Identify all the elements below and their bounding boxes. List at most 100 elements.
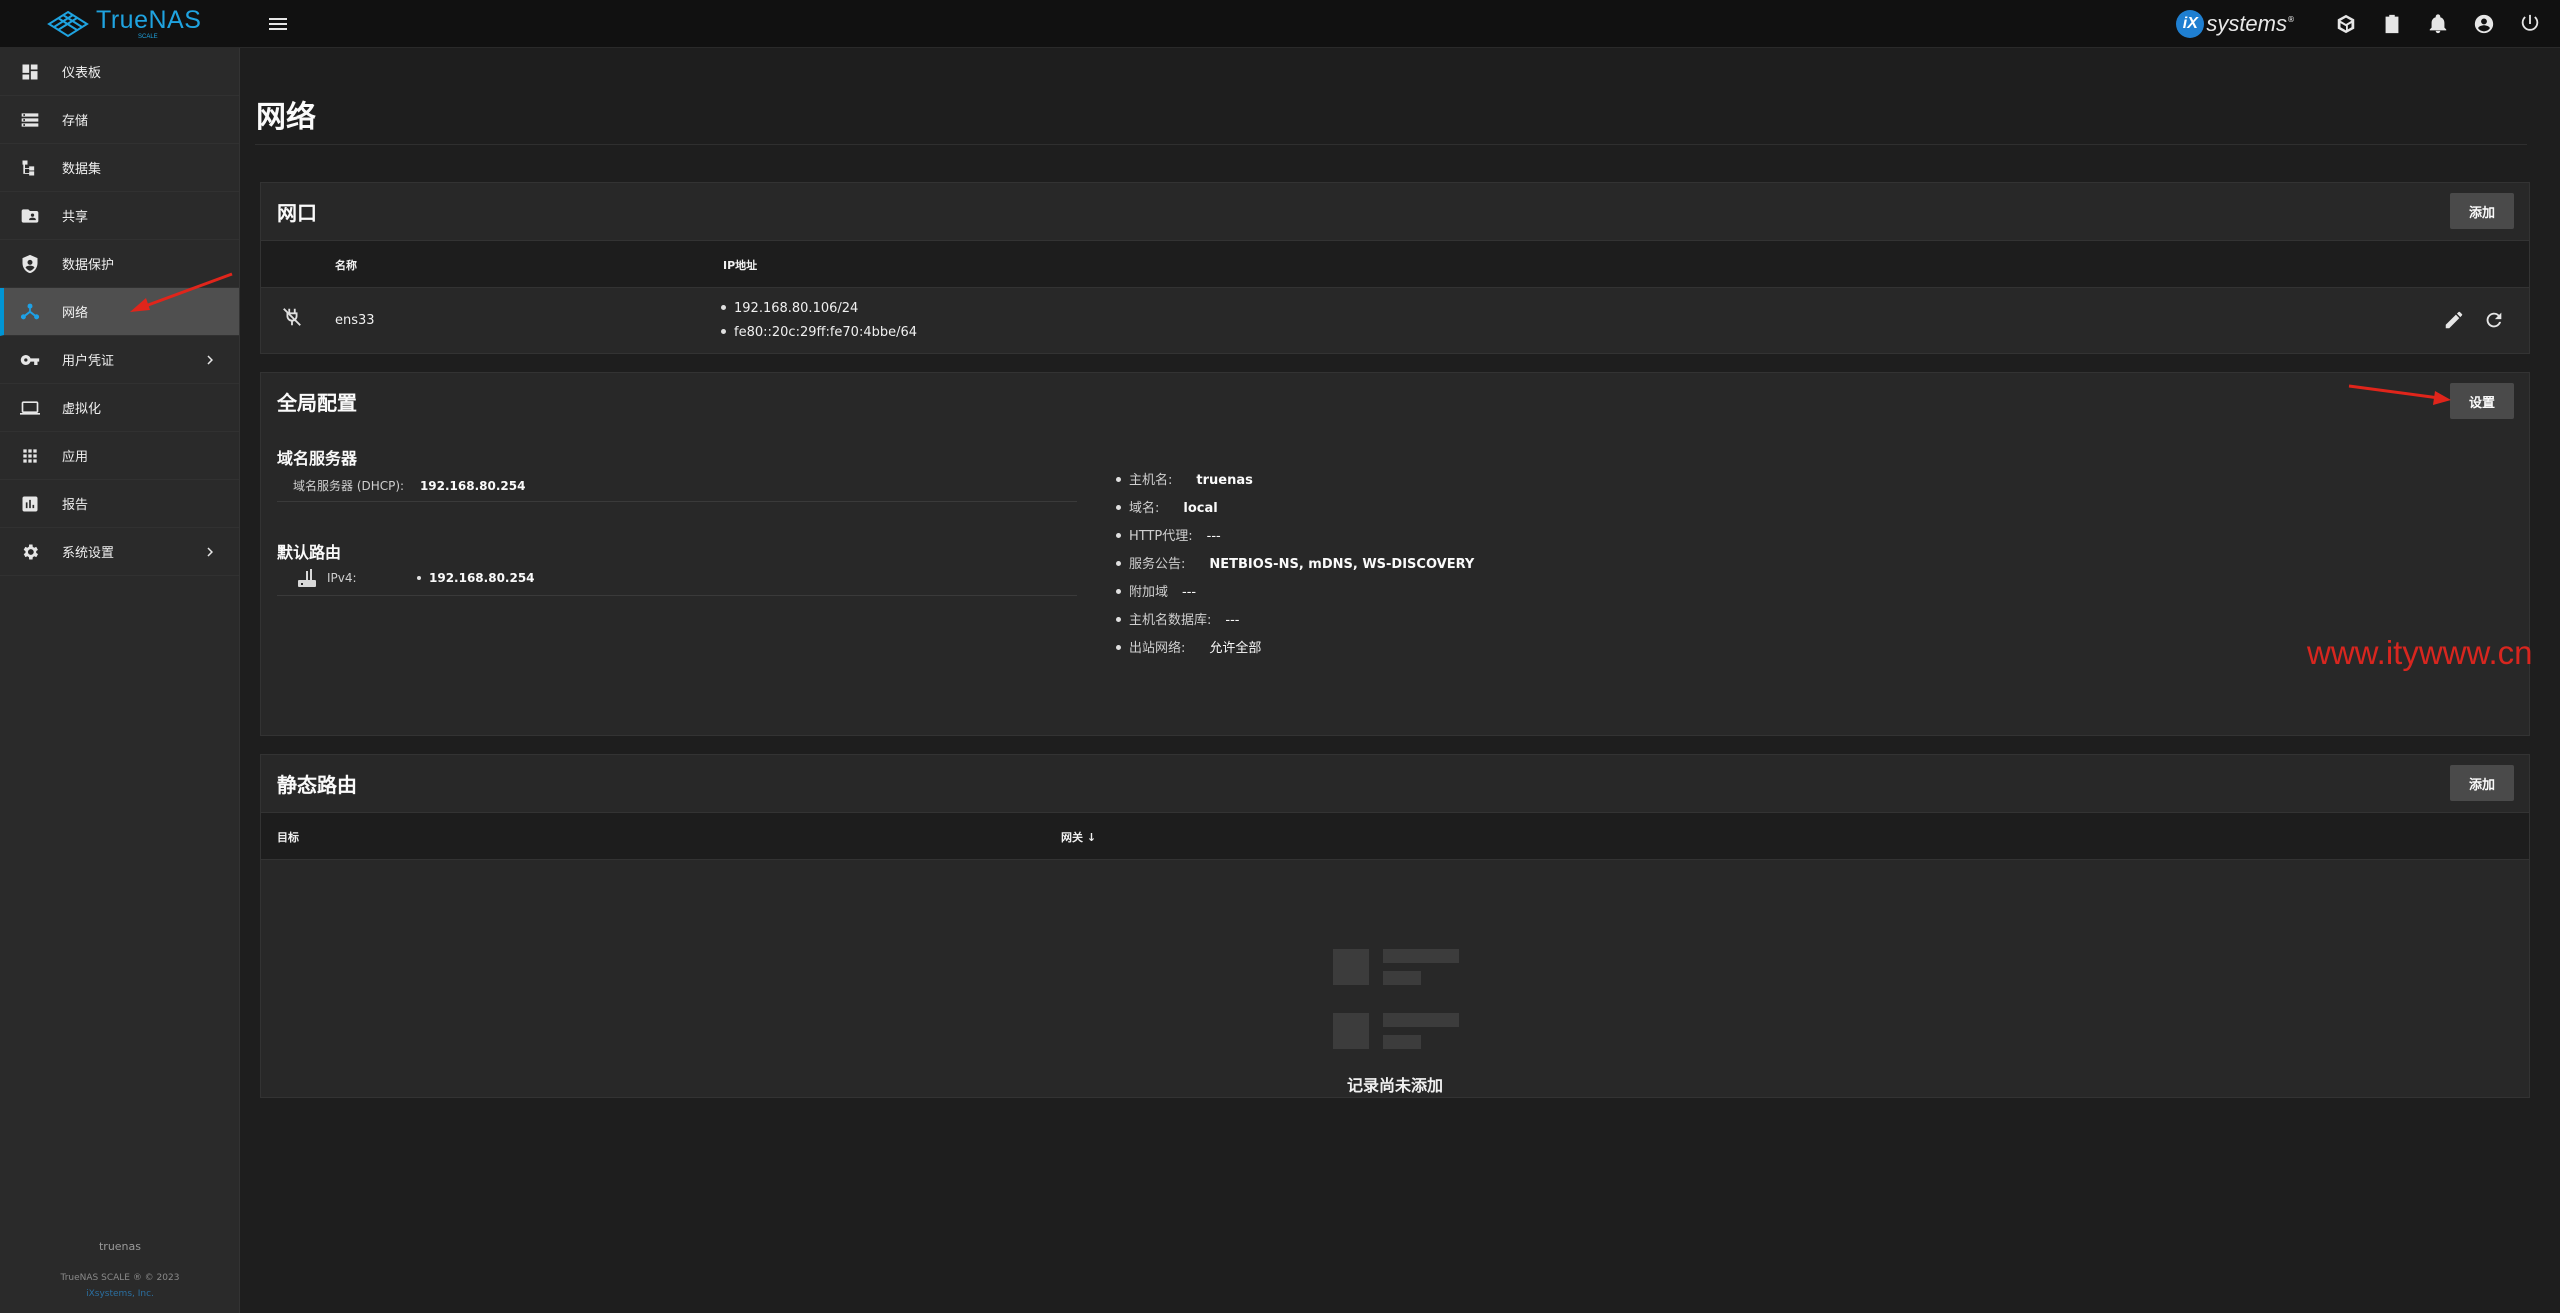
brand-name: TrueNAS [96, 5, 202, 34]
refresh-icon[interactable] [2483, 309, 2505, 331]
sidebar-item-datasets[interactable]: 数据集 [0, 144, 239, 192]
watermark-text: www.itywww.cn [2307, 634, 2533, 671]
power-icon [2521, 14, 2539, 31]
sidebar-hostname: truenas [98, 1240, 142, 1253]
route-label: IPv4: [327, 571, 357, 585]
alerts-button[interactable] [2422, 8, 2454, 40]
power-button[interactable] [2514, 8, 2546, 40]
laptop-icon [20, 400, 40, 415]
chevron-right-icon [201, 543, 219, 561]
sidebar-item-label: 用户凭证 [62, 354, 115, 369]
sidebar-item-label: 系统设置 [62, 546, 115, 561]
sidebar-item-apps[interactable]: 应用 [0, 432, 239, 480]
add-static-route-button[interactable]: 添加 [2450, 765, 2514, 801]
dns-row: 域名服务器 (DHCP): 192.168.80.254 [293, 477, 525, 494]
sidebar-item-label: 网络 [62, 306, 89, 321]
default-route-title: 默认路由 [277, 543, 342, 562]
column-header-name: 名称 [335, 259, 357, 272]
account-circle-icon [2474, 14, 2494, 34]
dns-title: 域名服务器 [277, 449, 358, 468]
credentials-icon [20, 354, 40, 365]
chevron-right-icon [201, 351, 219, 369]
sidebar-item-label: 数据集 [62, 162, 102, 177]
page-title: 网络 [256, 100, 316, 135]
static-routes-table-header: 目标 网关 ↓ [261, 812, 2529, 860]
sidebar-item-reports[interactable]: 报告 [0, 480, 239, 528]
dns-label: 域名服务器 (DHCP): [293, 479, 405, 493]
sidebar-footer: truenas TrueNAS SCALE ® © 2023 iXsystems… [0, 1240, 240, 1313]
jobs-button[interactable] [2376, 8, 2408, 40]
clipboard-icon [2385, 14, 2399, 34]
sidebar: 仪表板 存储 数据集 共享 数据保护 网络 用户凭证 虚拟化 应用 报告 系统设… [0, 48, 240, 1313]
network-icon [20, 303, 40, 319]
account-button[interactable] [2468, 8, 2500, 40]
interfaces-title: 网口 [277, 201, 317, 225]
column-header-gateway[interactable]: 网关 ↓ [1061, 829, 1096, 845]
sidebar-item-label: 共享 [62, 210, 89, 225]
title-divider [255, 144, 2527, 145]
truenas-logo[interactable]: TrueNAS SCALE [0, 0, 240, 48]
route-divider [277, 595, 1077, 596]
top-bar: TrueNAS SCALE iX systems ® [0, 0, 2560, 48]
dashboard-icon [22, 64, 38, 79]
sidebar-item-label: 虚拟化 [62, 402, 102, 417]
sidebar-item-credentials[interactable]: 用户凭证 [0, 336, 239, 384]
truecommand-button[interactable] [2330, 8, 2362, 40]
route-value: 192.168.80.254 [417, 571, 535, 585]
bell-icon [2429, 14, 2447, 34]
column-header-ip: IP地址 [723, 259, 758, 272]
add-interface-button[interactable]: 添加 [2450, 193, 2514, 229]
empty-table-icon [1333, 949, 1459, 1049]
annotation-arrow-network [130, 272, 233, 312]
http-proxy-row: HTTP代理: --- [1116, 525, 1221, 544]
storage-icon [21, 112, 39, 127]
gear-icon [23, 544, 38, 559]
dns-value: 192.168.80.254 [419, 479, 526, 493]
company-link[interactable]: iXsystems, Inc. [0, 1289, 240, 1299]
datasets-icon [22, 160, 35, 175]
sidebar-item-label: 应用 [62, 450, 89, 465]
empty-state-text: 记录尚未添加 [1346, 1076, 1443, 1095]
router-icon [298, 569, 316, 587]
menu-toggle-button[interactable] [262, 8, 294, 40]
host-database-row: 主机名数据库: --- [1116, 609, 1239, 628]
shares-icon [21, 208, 39, 223]
data-protection-icon [22, 254, 38, 273]
sidebar-item-dashboard[interactable]: 仪表板 [0, 48, 239, 96]
ixsystems-logo-mark: iX [2176, 10, 2205, 38]
sidebar-item-label: 报告 [62, 498, 89, 513]
static-routes-card: 静态路由 添加 目标 网关 ↓ 记录尚未添加 [260, 754, 2530, 1098]
table-row: ens33 192.168.80.106/24 fe80::20c:29ff:f… [261, 289, 2529, 353]
hostname-row: 主机名: truenas [1116, 469, 1253, 488]
sidebar-item-system-settings[interactable]: 系统设置 [0, 528, 239, 576]
interfaces-card: 网口 添加 名称 IP地址 ens33 192.168.80.106/24 fe… [260, 182, 2530, 354]
annotation-arrow-settings [2348, 384, 2451, 405]
settings-button[interactable]: 设置 [2450, 383, 2514, 419]
main-content: 网络 网口 添加 名称 IP地址 ens33 192.168.80.106/24… [241, 48, 2560, 1313]
sidebar-item-label: 存储 [62, 114, 89, 129]
ixsystems-logo-registered: ® [2287, 14, 2295, 24]
interface-name: ens33 [335, 313, 375, 328]
brand-edition: SCALE [138, 33, 158, 40]
global-config-card: 全局配置 设置 域名服务器 域名服务器 (DHCP): 192.168.80.2… [260, 372, 2530, 736]
sidebar-item-shares[interactable]: 共享 [0, 192, 239, 240]
interfaces-table-header: 名称 IP地址 [261, 240, 2529, 288]
interface-ip-1: 192.168.80.106/24 [721, 301, 858, 316]
static-routes-title: 静态路由 [277, 773, 357, 797]
interface-ip-2: fe80::20c:29ff:fe70:4bbe/64 [721, 325, 917, 340]
additional-domains-row: 附加域 --- [1116, 581, 1196, 600]
dns-divider [277, 501, 1077, 502]
sidebar-item-label: 数据保护 [62, 258, 115, 273]
sidebar-item-storage[interactable]: 存储 [0, 96, 239, 144]
ixsystems-logo[interactable]: iX systems ® [2176, 10, 2295, 38]
hamburger-icon [269, 17, 287, 30]
sidebar-item-virtualization[interactable]: 虚拟化 [0, 384, 239, 432]
edit-icon[interactable] [2443, 309, 2465, 331]
domain-row: 域名: local [1116, 497, 1218, 516]
outbound-network-row: 出站网络: 允许全部 [1116, 637, 1261, 656]
link-off-icon [283, 308, 301, 326]
apps-icon [23, 448, 37, 463]
truecommand-icon [2337, 14, 2355, 34]
truenas-logo-icon [47, 10, 89, 37]
service-announcement-row: 服务公告: NETBIOS-NS, mDNS, WS-DISCOVERY [1116, 553, 1474, 572]
